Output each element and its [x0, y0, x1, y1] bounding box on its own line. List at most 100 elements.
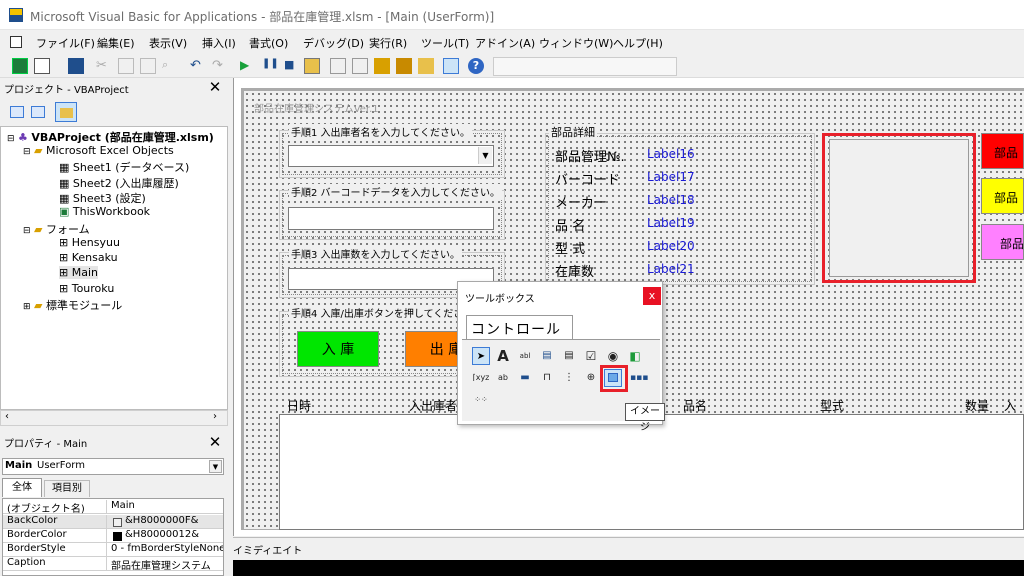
toolbox-icon[interactable] [396, 58, 412, 74]
property-row[interactable]: (オブジェクト名) Main [3, 500, 223, 515]
property-row[interactable]: Caption 部品在庫管理システム [3, 557, 223, 572]
detail-value[interactable]: Label16 [647, 147, 695, 161]
detail-value[interactable]: Label21 [647, 262, 695, 276]
tree-sheet3[interactable]: ▦ Sheet3 (設定) [59, 190, 146, 206]
scroll-right-icon[interactable]: › [213, 411, 217, 422]
close-icon[interactable]: ✕ [207, 435, 223, 451]
tree-root[interactable]: ⊟ ♣ VBAProject (部品在庫管理.xlsm) [7, 129, 214, 145]
detail-value[interactable]: Label18 [647, 193, 695, 207]
detail-value[interactable]: Label20 [647, 239, 695, 253]
parts-button-2[interactable]: 部品 [981, 178, 1024, 214]
close-icon[interactable]: ✕ [207, 80, 223, 96]
menu-window[interactable]: ウィンドウ(W) [539, 35, 613, 51]
view-object-icon[interactable] [31, 106, 45, 118]
copy-icon[interactable] [118, 58, 134, 74]
menu-format[interactable]: 書式(O) [249, 35, 288, 51]
detail-value[interactable]: Label17 [647, 170, 695, 184]
view-code-icon[interactable] [10, 106, 24, 118]
tree-modules[interactable]: ⊞ ▰ 標準モジュール [23, 297, 122, 313]
menu-help[interactable]: ヘルプ(H) [613, 35, 663, 51]
close-icon[interactable]: x [643, 287, 661, 305]
run-icon[interactable]: ▶ [240, 58, 256, 74]
tab-categorized[interactable]: 項目別 [44, 480, 90, 497]
paste-icon[interactable] [140, 58, 156, 74]
property-row[interactable]: BackColor &H8000000F& [3, 515, 223, 529]
reset-icon[interactable]: ■ [284, 58, 300, 74]
commandbutton-icon[interactable]: ab [494, 369, 512, 387]
object-browser-icon[interactable] [374, 58, 390, 74]
detail-label: メーカー [555, 196, 608, 211]
frame-icon[interactable]: ⌈xyz [472, 369, 490, 387]
controls-icon[interactable] [418, 58, 434, 74]
tree-forms[interactable]: ⊟ ▰ フォーム [23, 221, 90, 237]
tree-form-kensaku[interactable]: ⊞ Kensaku [59, 251, 118, 264]
in-button[interactable]: 入 庫 [297, 331, 379, 367]
spinbutton-icon[interactable]: ⊕ [582, 369, 600, 387]
properties-window-icon[interactable] [352, 58, 368, 74]
scrollbar-icon[interactable]: ⋮ [560, 369, 578, 387]
project-explorer-icon[interactable] [330, 58, 346, 74]
menu-tools[interactable]: ツール(T) [421, 35, 469, 51]
togglebutton-icon[interactable]: ◧ [626, 347, 644, 365]
tree-form-touroku[interactable]: ⊞ Touroku [59, 282, 114, 295]
property-row[interactable]: BorderStyle 0 - fmBorderStyleNone [3, 543, 223, 557]
label-icon[interactable]: A [494, 347, 512, 365]
userform-caption: 部品在庫管理システムVer.1 [254, 104, 379, 115]
design-mode-icon[interactable] [304, 58, 320, 74]
listbox-icon[interactable]: ▤ [560, 347, 578, 365]
insert-userform-icon[interactable] [34, 58, 50, 74]
excel-icon[interactable] [12, 58, 28, 74]
pointer-icon[interactable]: ➤ [472, 347, 490, 365]
property-value: Main [111, 500, 135, 511]
break-icon[interactable]: ❚❚ [262, 58, 279, 74]
image-control[interactable] [829, 139, 969, 277]
help-icon[interactable]: ? [468, 58, 484, 74]
history-listbox[interactable] [279, 414, 1024, 530]
menu-view[interactable]: 表示(V) [149, 35, 187, 51]
tree-sheet2[interactable]: ▦ Sheet2 (入出庫履歴) [59, 175, 179, 191]
tree-form-main[interactable]: ⊞ Main [59, 266, 98, 279]
parts-button-1[interactable]: 部品 [981, 133, 1024, 169]
tabstrip-icon[interactable]: ▬ [516, 369, 534, 387]
tree-sheet1[interactable]: ▦ Sheet1 (データベース) [59, 159, 189, 175]
menu-debug[interactable]: デバッグ(D) [303, 35, 364, 51]
detail-label: 型 式 [555, 242, 586, 257]
chevron-down-icon[interactable]: ▼ [209, 460, 222, 473]
find-icon[interactable]: ⌕ [162, 58, 178, 74]
toggle-folders-icon[interactable] [55, 102, 77, 122]
menu-file[interactable]: ファイル(F) [36, 35, 95, 51]
menu-run[interactable]: 実行(R) [369, 35, 407, 51]
optionbutton-icon[interactable]: ◉ [604, 347, 622, 365]
barcode-textbox[interactable] [288, 207, 494, 230]
more-controls-icon[interactable]: ⁘⁘ [472, 391, 490, 409]
chevron-down-icon[interactable]: ▼ [478, 147, 492, 164]
checkbox-icon[interactable]: ☑ [582, 347, 600, 365]
step3-label: 手順3 入出庫数を入力してください。 [289, 246, 462, 261]
tab-alphabetic[interactable]: 全体 [2, 478, 42, 497]
multipage-icon[interactable]: ⊓ [538, 369, 556, 387]
undo-icon[interactable]: ↶ [190, 58, 206, 74]
parts-button-3[interactable]: 部品 [981, 224, 1024, 260]
name-combobox[interactable]: ▼ [288, 145, 494, 167]
detail-value[interactable]: Label19 [647, 216, 695, 230]
menu-insert[interactable]: 挿入(I) [202, 35, 236, 51]
tree-excel-objects[interactable]: ⊟ ▰ Microsoft Excel Objects [23, 144, 174, 157]
tab-controls[interactable]: コントロール [466, 315, 573, 339]
property-row[interactable]: BorderColor &H80000012& [3, 529, 223, 543]
menu-edit[interactable]: 編集(E) [97, 35, 135, 51]
scroll-left-icon[interactable]: ‹ [5, 411, 9, 422]
immediate-window[interactable] [233, 560, 1024, 576]
toolbox-toggle-icon[interactable] [443, 58, 459, 74]
excel-view-icon[interactable] [10, 36, 22, 48]
project-hscrollbar[interactable]: ‹ › [0, 410, 228, 426]
tree-form-hensyuu[interactable]: ⊞ Hensyuu [59, 236, 120, 249]
object-selector[interactable]: Main UserForm ▼ [2, 458, 224, 475]
tree-thisworkbook[interactable]: ▣ ThisWorkbook [59, 205, 150, 218]
refedit-icon[interactable]: ▪▪▪ [630, 369, 648, 387]
save-icon[interactable] [68, 58, 84, 74]
cut-icon[interactable]: ✂ [96, 58, 112, 74]
textbox-icon[interactable]: abl [516, 347, 534, 365]
combobox-icon[interactable]: ▤ [538, 347, 556, 365]
menu-addin[interactable]: アドイン(A) [475, 35, 535, 51]
redo-icon[interactable]: ↷ [212, 58, 228, 74]
